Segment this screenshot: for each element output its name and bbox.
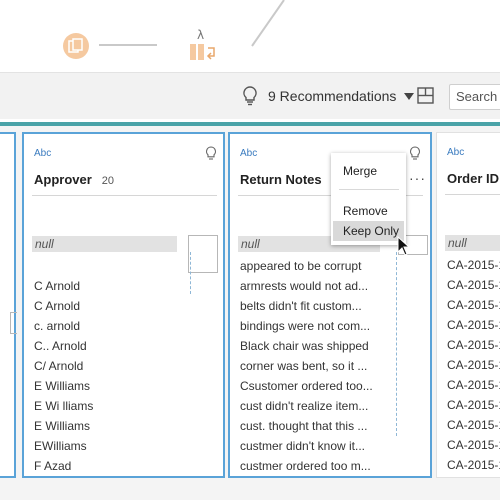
field-name[interactable]: Approver 20 <box>34 172 114 187</box>
menu-item-keep-only[interactable]: Keep Only <box>333 221 404 241</box>
value-item[interactable]: cust didn't realize item... <box>240 396 373 416</box>
value-item[interactable]: cust. thought that this ... <box>240 416 373 436</box>
value-item[interactable]: custmer ordered too m... <box>240 456 373 476</box>
value-item[interactable]: E Williams <box>34 376 93 396</box>
flow-pane: λ <box>0 0 500 72</box>
value-item[interactable]: appeared to be corrupt <box>240 256 373 276</box>
value-item[interactable]: CA-2015-1 <box>447 395 500 415</box>
value-item[interactable]: belts didn't fit custom... <box>240 296 373 316</box>
layout-toggle-icon[interactable] <box>417 87 434 104</box>
value-item[interactable]: CA-2015-1 <box>447 255 500 275</box>
value-item[interactable]: CA-2015-1 <box>447 315 500 335</box>
recommendations-button[interactable]: 9 Recommendations <box>240 85 415 107</box>
scroll-guide <box>396 252 397 436</box>
value-item[interactable]: bindings were not com... <box>240 316 373 336</box>
menu-item-merge[interactable]: Merge <box>333 161 404 181</box>
value-item[interactable]: CA-2015-1 <box>447 355 500 375</box>
context-menu: Merge Remove Keep Only <box>331 153 406 245</box>
lightbulb-icon[interactable] <box>408 146 422 162</box>
profile-toolbar: 9 Recommendations <box>0 72 500 119</box>
input-step-node[interactable] <box>63 33 89 59</box>
lightbulb-icon <box>243 86 257 106</box>
profile-card-partial[interactable] <box>0 132 17 478</box>
value-item[interactable]: CA-2015-1 <box>447 415 500 435</box>
field-name-label: Return Notes <box>240 172 322 187</box>
field-name-label: Approver <box>34 172 92 187</box>
value-item[interactable]: C.. Arnold <box>34 336 93 356</box>
mini-histogram[interactable] <box>188 235 218 273</box>
type-label: Abc <box>240 148 258 159</box>
value-list: CA-2015-1 CA-2015-1 CA-2015-1 CA-2015-1 … <box>447 255 500 475</box>
field-name-label: Order ID <box>447 171 500 186</box>
value-item[interactable]: Csustomer ordered too... <box>240 376 373 396</box>
more-options-icon[interactable]: ··· <box>409 170 426 186</box>
recommendations-label: 9 Recommendations <box>268 88 397 104</box>
profile-card-approver[interactable]: Abc Approver 20 null C Arnold C Arnold c.… <box>22 132 225 478</box>
value-item[interactable]: CA-2015-1 <box>447 275 500 295</box>
value-item[interactable]: C/ Arnold <box>34 356 93 376</box>
search-input[interactable] <box>450 85 500 107</box>
value-item[interactable]: C Arnold <box>34 296 93 316</box>
field-name[interactable]: Return Notes1 <box>240 172 338 187</box>
scroll-guide <box>190 252 191 294</box>
clean-step-node[interactable]: λ <box>188 26 222 66</box>
value-item[interactable]: E Williams <box>34 416 93 436</box>
distinct-count: 20 <box>101 175 115 187</box>
value-item[interactable]: F Azad <box>34 456 93 476</box>
value-item[interactable]: EWilliams <box>34 436 93 456</box>
clean-step-icon: λ <box>190 28 215 60</box>
value-item[interactable]: CA-2015-1 <box>447 455 500 475</box>
value-list: appeared to be corrupt armrests would no… <box>240 256 373 476</box>
value-item[interactable]: Black chair was shipped <box>240 336 373 356</box>
null-bar[interactable]: null <box>32 236 177 252</box>
field-name[interactable]: Order ID <box>447 171 499 186</box>
value-item[interactable]: corner was bent, so it ... <box>240 356 373 376</box>
menu-item-remove[interactable]: Remove <box>333 201 404 221</box>
divider <box>32 195 217 196</box>
type-label: Abc <box>34 148 52 159</box>
null-bar[interactable]: null <box>445 235 500 251</box>
mini-chart <box>10 312 17 334</box>
value-item[interactable]: CA-2015-1 <box>447 335 500 355</box>
file-copy-icon <box>68 38 83 53</box>
value-item[interactable]: C Arnold <box>34 276 93 296</box>
svg-text:λ: λ <box>197 28 204 42</box>
value-item[interactable]: armrests would not ad... <box>240 276 373 296</box>
value-item[interactable]: c. arnold <box>34 316 93 336</box>
divider <box>445 194 500 195</box>
value-item[interactable]: E Wi lliams <box>34 396 93 416</box>
value-item[interactable]: CA-2015-1 <box>447 375 500 395</box>
chevron-down-icon <box>404 92 415 100</box>
mouse-pointer-icon <box>397 236 411 256</box>
search-field[interactable] <box>449 84 500 110</box>
flow-link <box>99 44 157 46</box>
type-label: Abc <box>447 147 465 158</box>
value-item[interactable]: CA-2015-1 <box>447 295 500 315</box>
menu-divider <box>339 189 399 190</box>
value-item[interactable]: CA-2015-1 <box>447 435 500 455</box>
value-item[interactable]: custmer didn't know it... <box>240 436 373 456</box>
value-list: C Arnold C Arnold c. arnold C.. Arnold C… <box>34 276 93 476</box>
lightbulb-icon[interactable] <box>204 146 218 162</box>
flow-connector-line <box>246 0 286 48</box>
profile-card-order-id[interactable]: Abc Order ID null CA-2015-1 CA-2015-1 CA… <box>436 132 500 478</box>
